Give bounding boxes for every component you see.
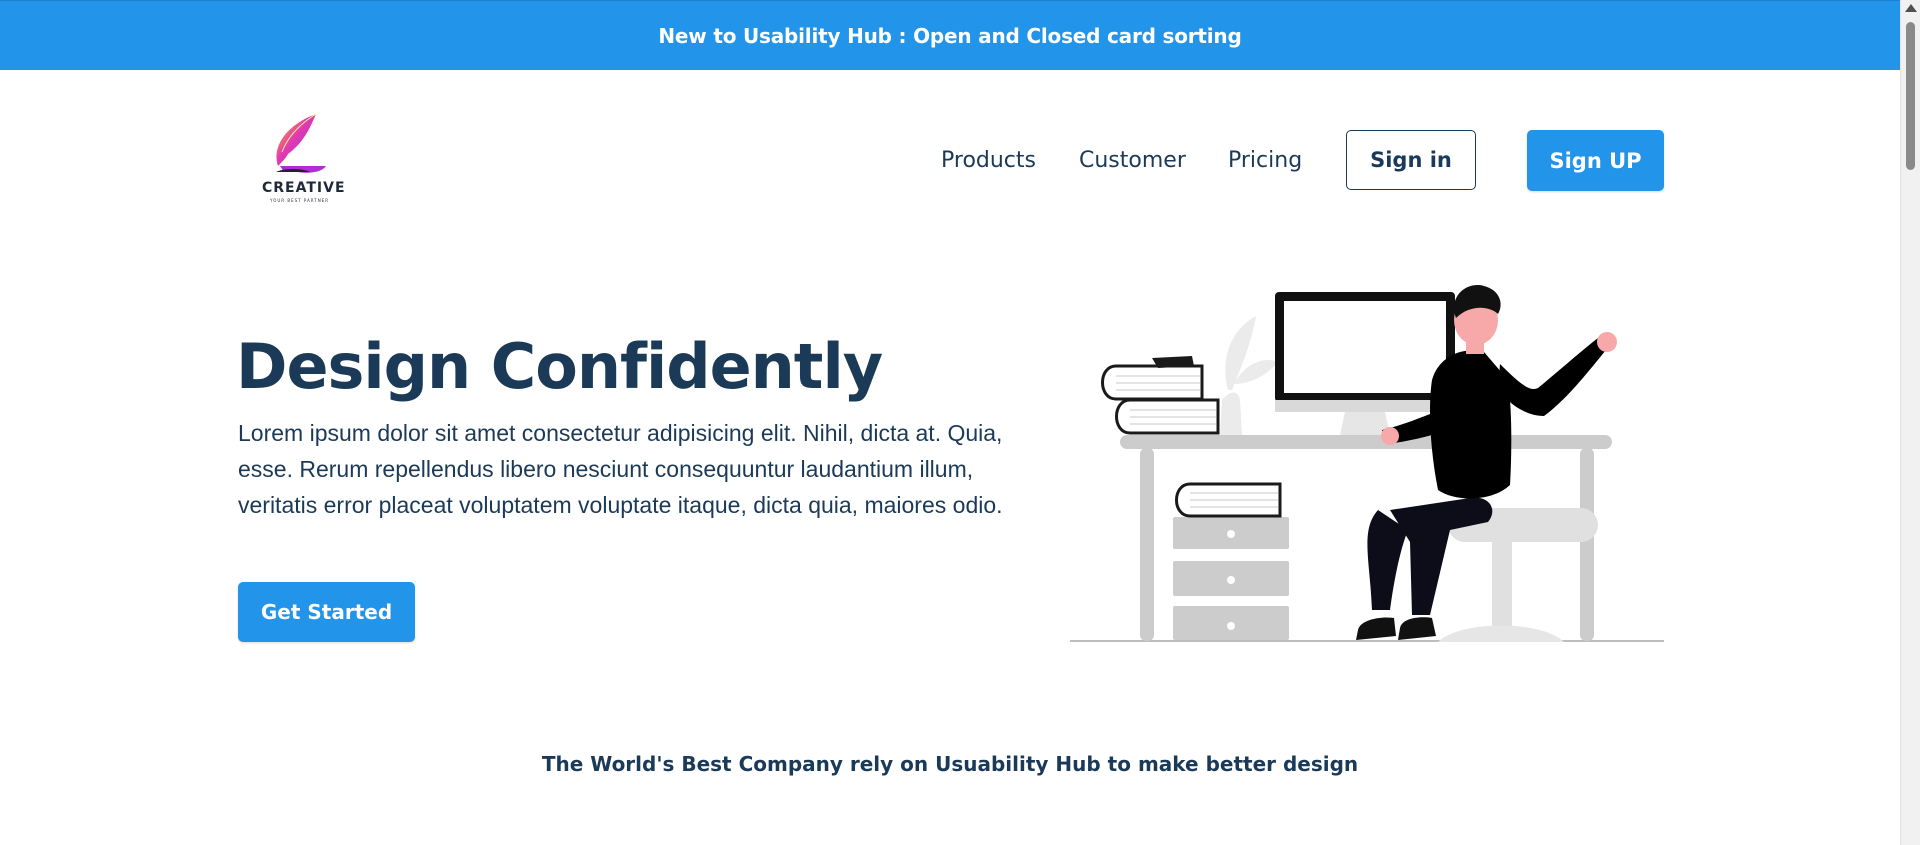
companies-tagline: The World's Best Company rely on Usuabil… (541, 752, 1359, 776)
feather-logo-icon (276, 113, 326, 173)
sign-in-button[interactable]: Sign in (1346, 130, 1476, 190)
nav-customer-link[interactable]: Customer (1079, 148, 1186, 173)
nav-products-link[interactable]: Products (941, 148, 1036, 173)
person-at-desk-illustration (1070, 285, 1664, 642)
hero-description: Lorem ipsum dolor sit amet consectetur a… (238, 420, 1003, 518)
logo-tagline: YOUR BEST PARTNER (270, 198, 329, 203)
scrollbar-thumb[interactable] (1906, 22, 1915, 170)
announcement-bar[interactable]: New to Usability Hub : Open and Closed c… (0, 0, 1900, 70)
announcement-text[interactable]: New to Usability Hub : Open and Closed c… (658, 24, 1241, 48)
page: New to Usability Hub : Open and Closed c… (0, 0, 1900, 845)
nav-pricing-link[interactable]: Pricing (1228, 148, 1302, 173)
get-started-button[interactable]: Get Started (238, 582, 415, 642)
logo-brand-text: CREATIVE (262, 180, 346, 196)
scroll-up-arrow-icon[interactable] (1905, 4, 1917, 12)
vertical-scrollbar[interactable] (1900, 0, 1920, 845)
hero-title: Design Confidently (236, 330, 883, 403)
sign-up-button[interactable]: Sign UP (1527, 130, 1664, 191)
logo[interactable]: CREATIVE YOUR BEST PARTNER (258, 110, 345, 203)
